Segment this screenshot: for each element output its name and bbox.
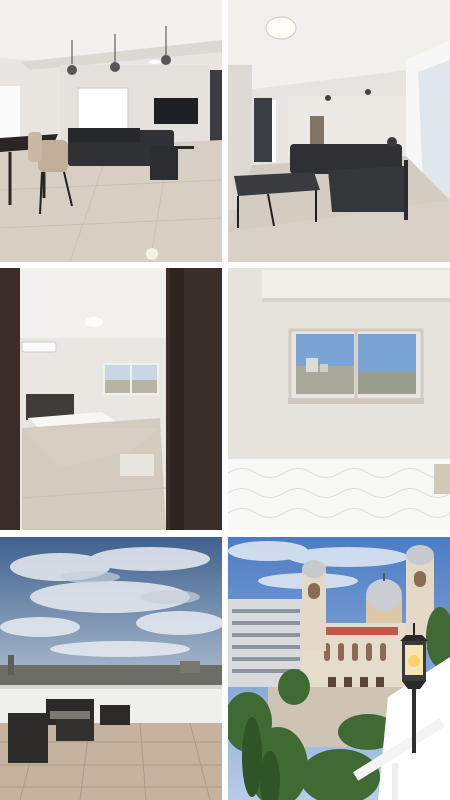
photo-living-room [228,0,450,262]
photo-terrace [0,537,222,800]
photo-bedroom [0,268,222,530]
photo-living-dining [0,0,222,262]
photo-church-view [228,537,450,800]
photo-bedroom-window [228,268,450,530]
